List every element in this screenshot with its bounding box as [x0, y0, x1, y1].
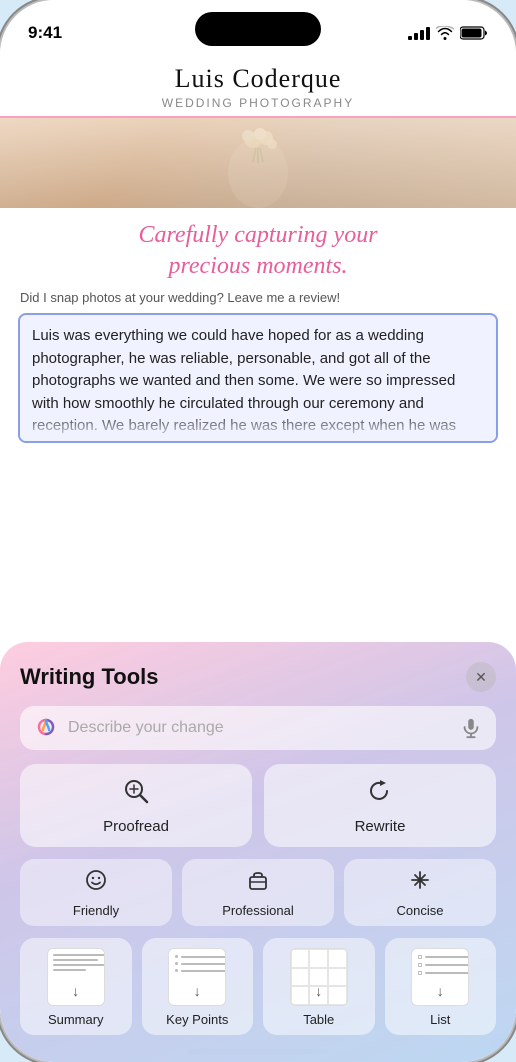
proofread-icon: [123, 778, 149, 810]
tools-row-large: Proofread Rewrite: [20, 764, 496, 847]
list-label: List: [430, 1012, 450, 1027]
table-card-preview: ↓: [290, 948, 348, 1006]
status-icons: [408, 26, 488, 40]
site-header: Luis Coderque Wedding Photography: [0, 54, 516, 118]
concise-icon: [409, 869, 431, 897]
key-points-arrow-icon: ↓: [194, 983, 201, 999]
signal-bars-icon: [408, 27, 430, 40]
friendly-label: Friendly: [73, 903, 119, 918]
microphone-icon[interactable]: [460, 717, 482, 739]
phone-frame: 9:41: [0, 0, 516, 1062]
list-button[interactable]: ↓ List: [385, 938, 497, 1035]
site-title: Luis Coderque: [0, 64, 516, 94]
search-placeholder: Describe your change: [68, 719, 450, 737]
list-arrow-icon: ↓: [437, 983, 444, 999]
status-time: 9:41: [28, 23, 62, 43]
panel-header: Writing Tools ✕: [20, 662, 496, 692]
friendly-button[interactable]: Friendly: [20, 859, 172, 926]
proofread-label: Proofread: [103, 818, 169, 835]
website-content: Luis Coderque Wedding Photography: [0, 54, 516, 443]
writing-tools-panel: Writing Tools ✕ Describe your change: [0, 642, 516, 1062]
summary-label: Summary: [48, 1012, 104, 1027]
review-text-box[interactable]: Luis was everything we could have hoped …: [18, 313, 498, 443]
professional-icon: [247, 869, 269, 897]
review-prompt: Did I snap photos at your wedding? Leave…: [0, 290, 516, 313]
battery-icon: [460, 26, 488, 40]
concise-button[interactable]: Concise: [344, 859, 496, 926]
key-points-card-preview: ↓: [168, 948, 226, 1006]
friendly-icon: [85, 869, 107, 897]
key-points-label: Key Points: [166, 1012, 228, 1027]
rewrite-icon: [367, 778, 393, 810]
tools-row-small: ↓ Summary: [20, 938, 496, 1035]
search-bar[interactable]: Describe your change: [20, 706, 496, 750]
close-icon: ✕: [475, 669, 487, 686]
summary-button[interactable]: ↓ Summary: [20, 938, 132, 1035]
site-subtitle: Wedding Photography: [0, 96, 516, 110]
key-points-button[interactable]: ↓ Key Points: [142, 938, 254, 1035]
rewrite-label: Rewrite: [355, 818, 406, 835]
hero-image: [0, 118, 516, 208]
summary-arrow-icon: ↓: [72, 983, 79, 999]
concise-label: Concise: [397, 903, 444, 918]
dynamic-island: [195, 12, 321, 46]
table-label: Table: [303, 1012, 334, 1027]
tools-row-medium: Friendly Professional: [20, 859, 496, 926]
hero-illustration: [198, 118, 318, 208]
table-arrow-icon: ↓: [315, 983, 322, 999]
summary-card-preview: ↓: [47, 948, 105, 1006]
professional-button[interactable]: Professional: [182, 859, 334, 926]
review-text: Luis was everything we could have hoped …: [32, 327, 456, 443]
list-card-preview: ↓: [411, 948, 469, 1006]
tagline: Carefully capturing yourprecious moments…: [0, 208, 516, 290]
close-button[interactable]: ✕: [466, 662, 496, 692]
panel-title: Writing Tools: [20, 664, 159, 690]
wifi-icon: [436, 26, 454, 40]
apple-intelligence-icon: [34, 716, 58, 740]
rewrite-button[interactable]: Rewrite: [264, 764, 496, 847]
professional-label: Professional: [222, 903, 294, 918]
table-button[interactable]: ↓ Table: [263, 938, 375, 1035]
proofread-button[interactable]: Proofread: [20, 764, 252, 847]
